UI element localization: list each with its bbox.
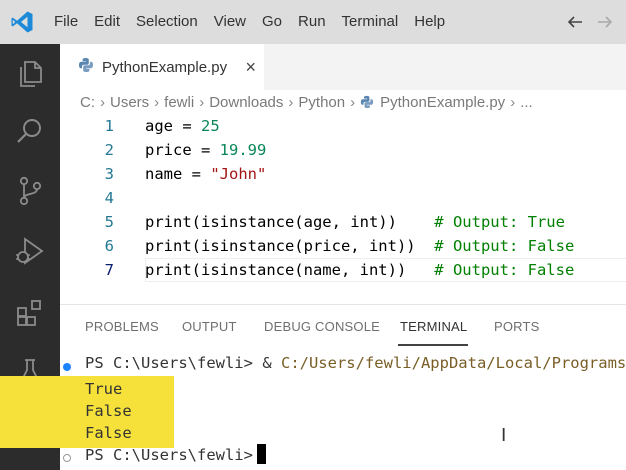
tab-debug-console[interactable]: DEBUG CONSOLE: [264, 319, 380, 334]
back-arrow-icon[interactable]: [566, 14, 584, 30]
code-line[interactable]: 7 print(isinstance(name, int)) # Output: …: [60, 258, 626, 282]
code-token: "John": [210, 165, 267, 183]
line-number: 3: [104, 165, 114, 183]
tab-ports[interactable]: PORTS: [494, 319, 540, 334]
menu-run[interactable]: Run: [290, 0, 334, 44]
chevron-right-icon: ›: [288, 93, 294, 111]
terminal-command-amp: &: [262, 354, 281, 372]
terminal-prompt-line[interactable]: PS C:\Users\fewli>: [85, 444, 262, 466]
line-number: 4: [104, 189, 114, 207]
navigation-arrows: [566, 0, 614, 44]
terminal-cursor: [257, 444, 266, 464]
breadcrumb: C: › Users › fewli › Downloads › Python …: [60, 90, 626, 114]
tab-python-example[interactable]: PythonExample.py ×: [60, 44, 264, 90]
code-text: age = 25: [145, 114, 220, 138]
breadcrumb-item-fewli[interactable]: fewli: [164, 94, 194, 111]
active-tab-underline: [398, 344, 468, 346]
python-file-icon: [78, 57, 94, 78]
code-line[interactable]: 2 price = 19.99: [60, 138, 626, 162]
code-token: print(isinstance(age, int)): [145, 213, 435, 231]
extensions-icon[interactable]: [13, 296, 47, 330]
explorer-icon[interactable]: [13, 56, 47, 90]
code-token: age =: [145, 117, 201, 135]
close-icon[interactable]: ×: [245, 56, 256, 78]
line-number: 5: [104, 213, 114, 231]
code-token: 19.99: [219, 141, 267, 159]
menu-help[interactable]: Help: [406, 0, 453, 44]
editor-tab-strip: PythonExample.py ×: [60, 44, 626, 90]
code-line[interactable]: 5 print(isinstance(age, int)) # Output: T…: [60, 210, 626, 234]
breadcrumb-item-drive[interactable]: C:: [80, 94, 95, 111]
terminal-output-line: True: [85, 380, 123, 398]
code-token: print(isinstance(price, int)): [145, 237, 435, 255]
code-text: price = 19.99: [145, 138, 266, 162]
title-bar: File Edit Selection View Go Run Terminal…: [0, 0, 626, 44]
terminal-command-path: C:/Users/fewli/AppData/Local/Programs/P: [280, 354, 626, 372]
code-editor[interactable]: 1 age = 25 2 price = 19.99 3 name = "John" 4 5 p…: [60, 114, 626, 304]
menu-edit[interactable]: Edit: [86, 0, 128, 44]
line-number: 7: [104, 261, 114, 279]
tab-terminal[interactable]: TERMINAL: [400, 319, 467, 334]
code-token: 25: [201, 117, 220, 135]
code-token: print(isinstance(name, int)): [145, 261, 435, 279]
breadcrumb-item-downloads[interactable]: Downloads: [209, 94, 283, 111]
line-number: 6: [104, 237, 114, 255]
terminal-prompt: PS C:\Users\fewli>: [85, 354, 263, 372]
menu-bar: File Edit Selection View Go Run Terminal…: [44, 0, 453, 44]
chevron-right-icon: ›: [199, 93, 205, 111]
code-token: # Output: False: [434, 261, 575, 279]
chevron-right-icon: ›: [350, 93, 356, 111]
vscode-logo-icon: [0, 0, 44, 44]
code-text: print(isinstance(age, int)) # Output: Tr…: [145, 210, 565, 234]
source-control-icon[interactable]: [13, 174, 47, 208]
menu-terminal[interactable]: Terminal: [334, 0, 407, 44]
tab-output[interactable]: OUTPUT: [182, 319, 237, 334]
terminal-output-line: False: [85, 402, 132, 420]
code-line[interactable]: 4: [60, 186, 626, 210]
chevron-right-icon: ›: [100, 93, 105, 111]
code-line[interactable]: 1 age = 25: [60, 114, 626, 138]
menu-go[interactable]: Go: [254, 0, 290, 44]
code-text: print(isinstance(name, int)) # Output: F…: [145, 258, 574, 282]
menu-view[interactable]: View: [206, 0, 254, 44]
search-icon[interactable]: [13, 114, 47, 148]
code-text: name = "John": [145, 162, 266, 186]
chevron-right-icon: ›: [510, 93, 516, 111]
menu-selection[interactable]: Selection: [128, 0, 206, 44]
panel-tabs: PROBLEMS OUTPUT DEBUG CONSOLE TERMINAL P…: [60, 305, 626, 349]
line-number: 2: [104, 141, 114, 159]
run-debug-icon[interactable]: [13, 234, 47, 268]
menu-file[interactable]: File: [44, 0, 86, 44]
breadcrumb-item-ellipsis[interactable]: ...: [520, 94, 533, 111]
code-line[interactable]: 6 print(isinstance(price, int)) # Output:…: [60, 234, 626, 258]
code-token: name =: [145, 165, 211, 183]
line-number: 1: [104, 117, 114, 135]
code-token: # Output: False: [434, 237, 575, 255]
terminal-prompt: PS C:\Users\fewli>: [85, 446, 263, 464]
chevron-right-icon: ›: [154, 93, 160, 111]
breadcrumb-item-users[interactable]: Users: [110, 94, 149, 111]
code-text: print(isinstance(price, int)) # Output: …: [145, 234, 574, 258]
code-line[interactable]: 3 name = "John": [60, 162, 626, 186]
forward-arrow-icon[interactable]: [596, 14, 614, 30]
code-token: # Output: True: [434, 213, 565, 231]
text-cursor-icon: I: [501, 425, 507, 446]
python-file-icon: [360, 95, 374, 109]
breadcrumb-item-python[interactable]: Python: [298, 94, 345, 111]
tab-problems[interactable]: PROBLEMS: [85, 319, 159, 334]
code-token: price =: [145, 141, 220, 159]
breadcrumb-item-file[interactable]: PythonExample.py: [380, 94, 505, 111]
terminal-command-line[interactable]: PS C:\Users\fewli> & C:/Users/fewli/AppD…: [85, 352, 626, 374]
terminal-output-line: False: [85, 424, 132, 442]
tab-label: PythonExample.py: [102, 58, 228, 76]
